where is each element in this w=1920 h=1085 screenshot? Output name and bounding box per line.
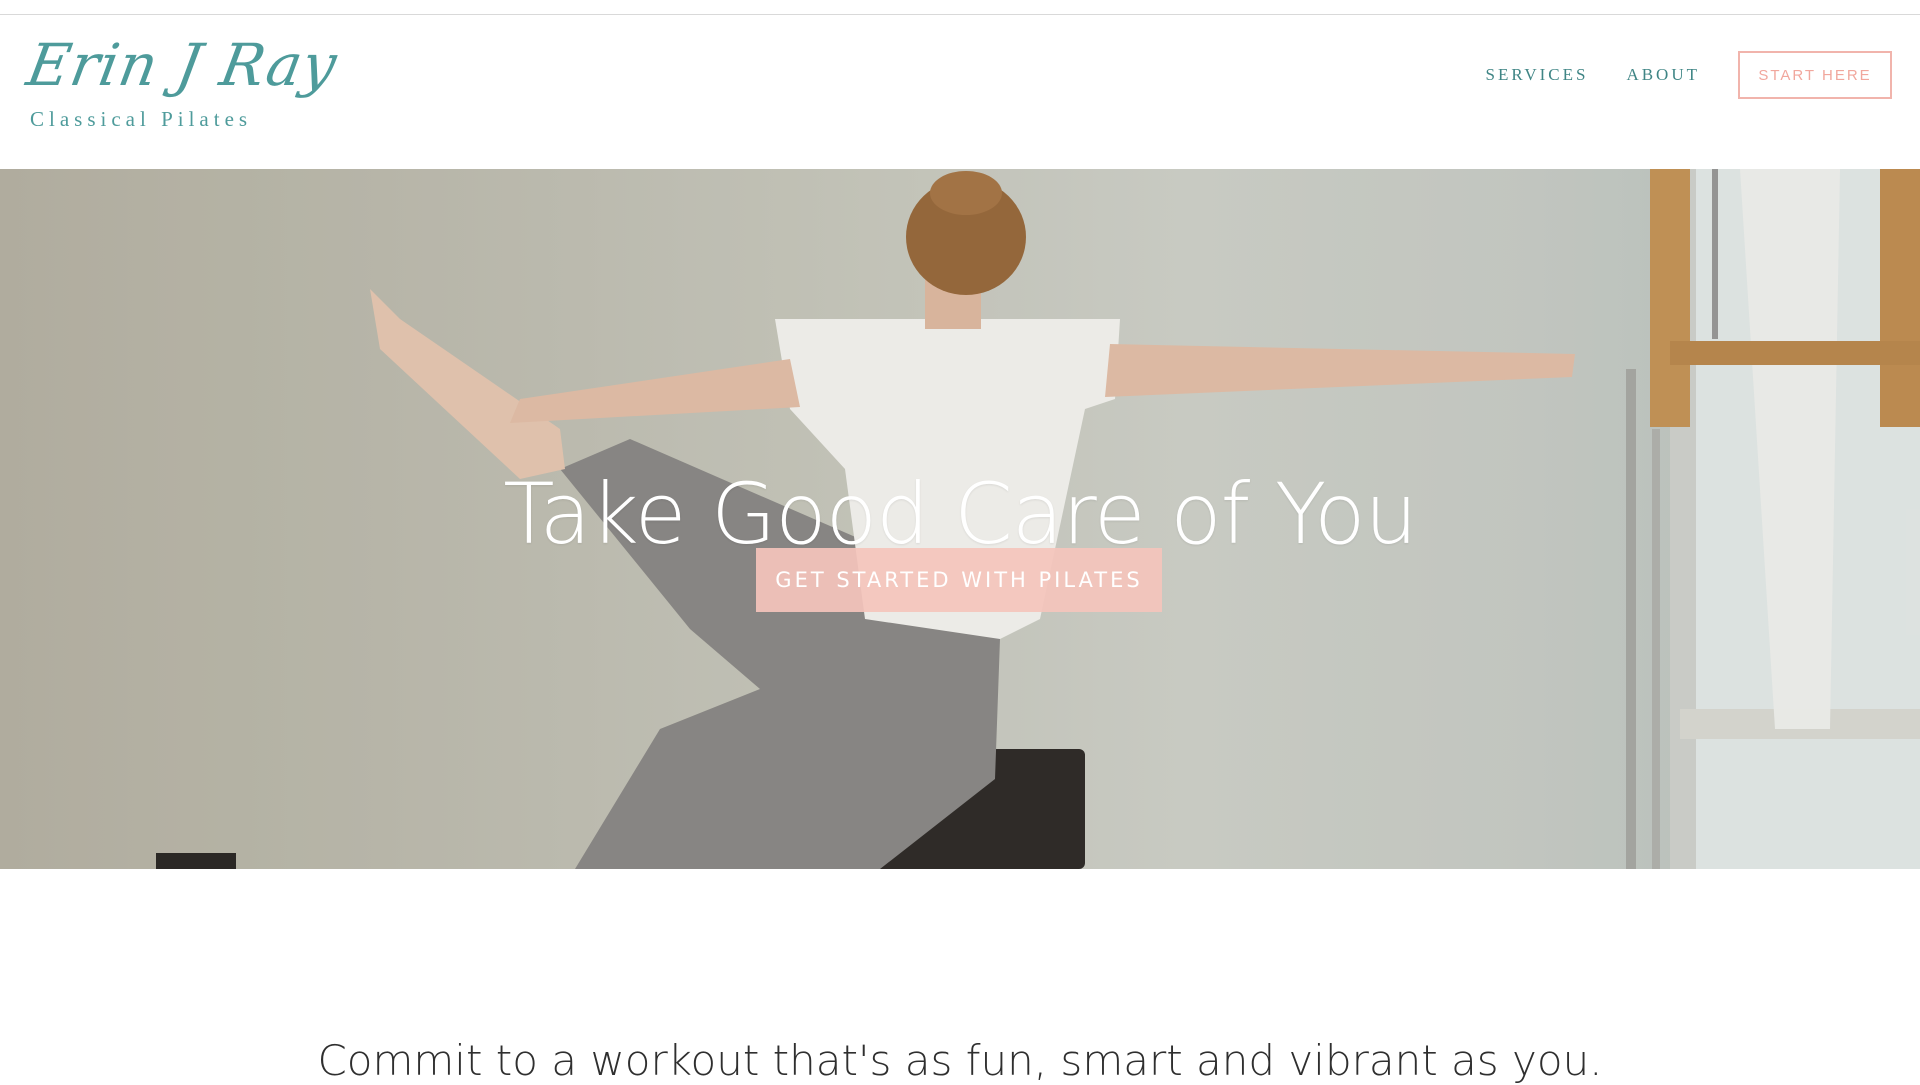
get-started-button[interactable]: GET STARTED WITH PILATES (756, 548, 1162, 612)
main-navigation: SERVICES ABOUT START HERE (1486, 49, 1892, 101)
start-here-button[interactable]: START HERE (1738, 51, 1892, 99)
site-logo[interactable]: Erin J Ray Classical Pilates (22, 23, 342, 143)
site-header: Erin J Ray Classical Pilates SERVICES AB… (0, 15, 1920, 169)
nav-link-services[interactable]: SERVICES (1486, 65, 1589, 85)
intro-tagline: Commit to a workout that's as fun, smart… (317, 1036, 1603, 1085)
top-border (0, 0, 1920, 15)
nav-link-about[interactable]: ABOUT (1626, 65, 1700, 85)
logo-script-text: Erin J Ray (22, 31, 343, 99)
logo-subtitle: Classical Pilates (30, 107, 253, 131)
hero-banner: Take Good Care of You GET STARTED WITH P… (0, 169, 1920, 869)
